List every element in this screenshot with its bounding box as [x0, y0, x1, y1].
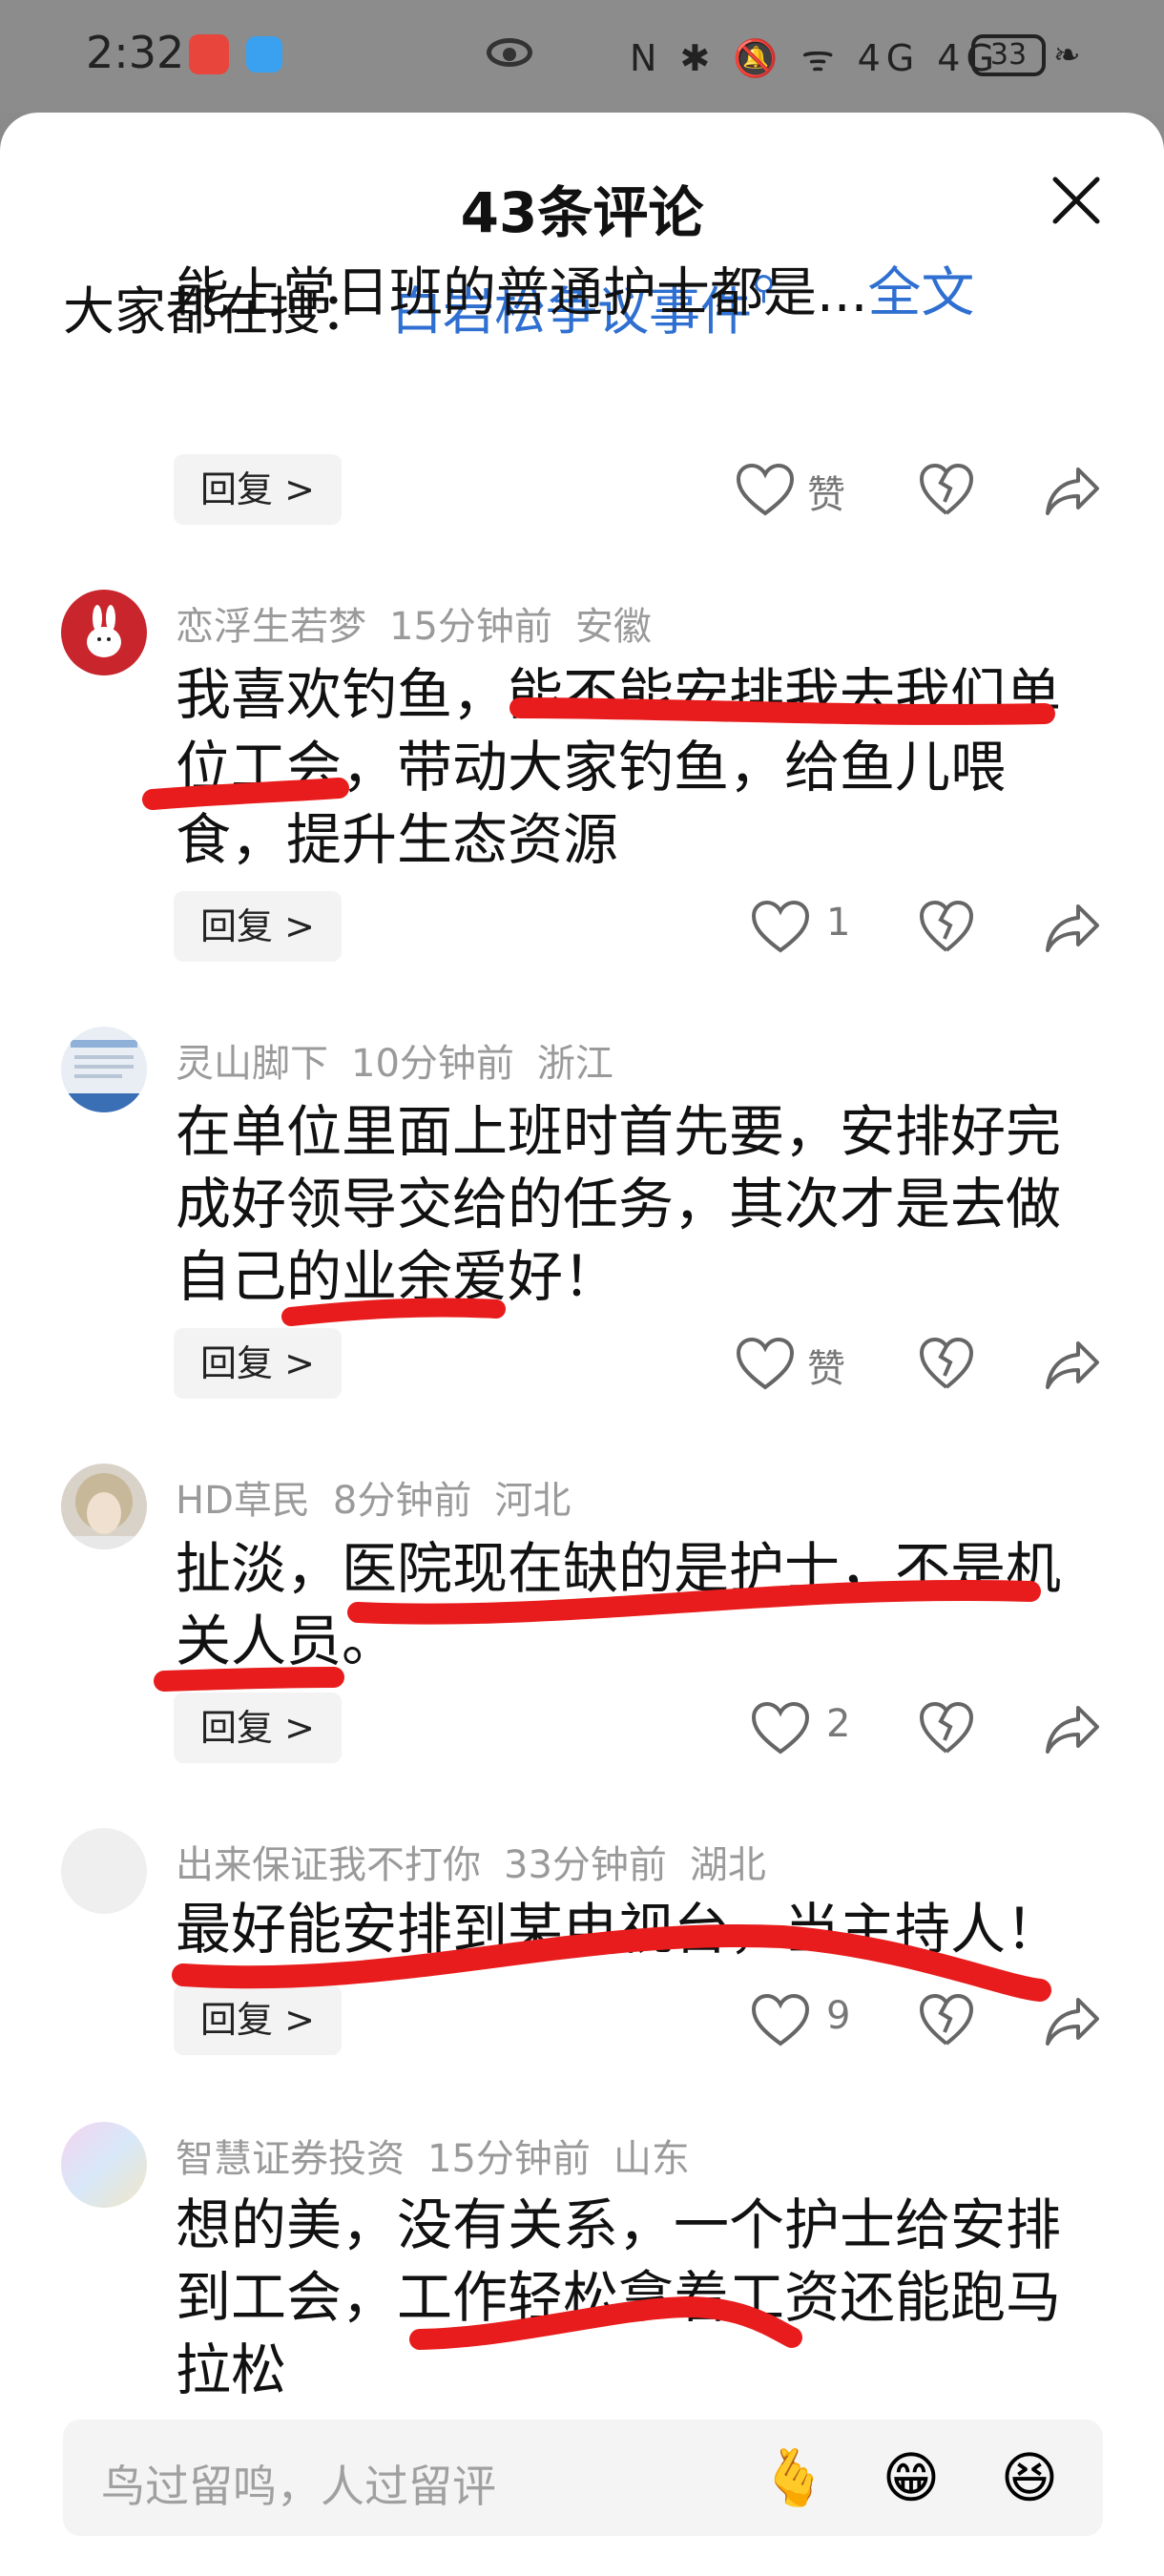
comment-region: 湖北 — [689, 1843, 766, 1887]
comment-text: 在单位里面上班时首先要，安排好完 成好领导交给的任务，其次才是去做 自己的业余爱… — [176, 1095, 1063, 1313]
comment-input[interactable]: 鸟过留鸣，人过留评 🫰 😁 😆 — [63, 2420, 1103, 2536]
share-icon[interactable] — [1044, 1994, 1101, 2047]
comment-time: 33分钟前 — [504, 1843, 667, 1887]
comment-text: 我喜欢钓鱼，能不能安排我去我们单 位工会，带动大家钓鱼，给鱼儿喂 食，提升生态资… — [176, 658, 1063, 876]
reply-button[interactable]: 回复 > — [174, 1693, 342, 1763]
comment-line: 拉松 — [176, 2337, 287, 2402]
comment-line: 在单位里面上班时首先要，安排好完 — [176, 1099, 1062, 1164]
share-icon[interactable] — [1044, 1702, 1101, 1755]
share-icon[interactable] — [1044, 901, 1101, 954]
like-count: 1 — [826, 901, 851, 945]
username[interactable]: 出来保证我不打你 — [176, 1843, 481, 1887]
comment-text: 能上常日班的普通护士都是... — [176, 262, 868, 324]
avatar[interactable] — [61, 1828, 147, 1914]
like-count: 赞 — [807, 1347, 845, 1391]
like-count: 2 — [826, 1702, 851, 1746]
comment-region: 河北 — [494, 1479, 572, 1523]
share-icon[interactable] — [1044, 1338, 1101, 1391]
expand-link[interactable]: 全文 — [867, 262, 974, 324]
comment-region: 山东 — [613, 2137, 690, 2181]
reply-button[interactable]: 回复 > — [174, 454, 342, 525]
comment-line: 成好领导交给的任务，其次才是去做 — [176, 1172, 1062, 1236]
comment-line: 食，提升生态资源 — [176, 807, 619, 872]
avatar[interactable] — [61, 2122, 147, 2208]
comment-line: 关人员。 — [176, 1609, 398, 1673]
dislike-icon[interactable] — [918, 1336, 975, 1391]
dislike-icon[interactable] — [918, 899, 975, 954]
comment-line: 我喜欢钓鱼，能不能安排我去我们单 — [176, 662, 1062, 727]
comment-meta: 出来保证我不打你 33分钟前 湖北 — [176, 1834, 789, 1889]
reply-button[interactable]: 回复 > — [174, 891, 342, 962]
dislike-icon[interactable] — [918, 1992, 975, 2047]
comment-time: 15分钟前 — [427, 2137, 591, 2181]
comment-text: 最好能安排到某电视台，当主持人！ — [176, 1893, 1063, 1965]
comment-time: 15分钟前 — [389, 605, 552, 649]
comment-region: 浙江 — [536, 1042, 613, 1086]
username[interactable]: 灵山脚下 — [176, 1042, 328, 1086]
comment-line: 最好能安排到某电视台，当主持人！ — [176, 1897, 1062, 1962]
finger-heart-emoji-icon[interactable]: 🫰 — [759, 2444, 828, 2511]
comment-line: 到工会，工作轻松拿着工资还能跑马 — [176, 2265, 1062, 2330]
username[interactable]: 恋浮生若梦 — [176, 605, 366, 649]
comment-line: 位工会，带动大家钓鱼，给鱼儿喂 — [176, 735, 1007, 800]
comment-region: 安徽 — [574, 605, 652, 649]
share-icon[interactable] — [1044, 464, 1101, 517]
comment-meta: HD草民 8分钟前 河北 — [176, 1469, 593, 1525]
comment-text: 想的美，没有关系，一个护士给安排 到工会，工作轻松拿着工资还能跑马 拉松 — [176, 2189, 1063, 2406]
laughing-emoji-icon[interactable]: 😆 — [996, 2444, 1063, 2511]
avatar[interactable] — [61, 1464, 147, 1549]
comment-line: 扯淡，医院现在缺的是护士，不是机 — [176, 1536, 1062, 1601]
avatar[interactable] — [61, 1027, 147, 1112]
reply-button[interactable]: 回复 > — [174, 1984, 342, 2055]
comment-time: 8分钟前 — [332, 1479, 472, 1523]
status-time: 2:32 — [86, 27, 185, 78]
reply-button[interactable]: 回复 > — [174, 1328, 342, 1399]
like-count: 9 — [826, 1994, 851, 2038]
leaf-icon: ❧ — [1053, 36, 1081, 74]
username[interactable]: HD草民 — [176, 1479, 310, 1523]
like-icon[interactable] — [735, 1336, 796, 1391]
username[interactable]: 智慧证券投资 — [176, 2137, 405, 2181]
dislike-icon[interactable] — [918, 462, 975, 517]
comment-meta: 恋浮生若梦 15分钟前 安徽 — [176, 595, 675, 651]
eye-icon — [487, 38, 532, 67]
comment-input-placeholder: 鸟过留鸣，人过留评 — [101, 2461, 496, 2512]
like-icon[interactable] — [735, 462, 796, 517]
truncated-comment-text: 能上常日班的普通护士都是...全文 — [176, 250, 974, 327]
sheet-title: 43条评论 — [460, 180, 704, 245]
grinning-emoji-icon[interactable]: 😁 — [878, 2444, 945, 2511]
comment-meta: 智慧证券投资 15分钟前 山东 — [176, 2128, 713, 2183]
comment-text: 扯淡，医院现在缺的是护士，不是机 关人员。 — [176, 1532, 1063, 1677]
close-icon[interactable] — [1050, 174, 1103, 227]
comment-time: 10分钟前 — [351, 1042, 514, 1086]
battery-icon: 33 — [971, 34, 1046, 76]
comment-meta: 灵山脚下 10分钟前 浙江 — [176, 1032, 636, 1088]
like-count: 赞 — [807, 473, 845, 517]
network-icons: N ✱ 🔕 ᯤ 4G 4G — [630, 37, 1000, 79]
like-icon[interactable] — [750, 899, 811, 954]
comment-line: 自己的业余爱好！ — [176, 1244, 619, 1309]
app-notification-icon — [189, 34, 229, 74]
dislike-icon[interactable] — [918, 1700, 975, 1755]
chat-notification-icon — [246, 36, 282, 73]
status-bar: 2:32 N ✱ 🔕 ᯤ 4G 4G 33 ❧ — [0, 0, 1164, 113]
like-icon[interactable] — [750, 1992, 811, 2047]
like-icon[interactable] — [750, 1700, 811, 1755]
avatar[interactable] — [61, 590, 147, 675]
comment-line: 想的美，没有关系，一个护士给安排 — [176, 2192, 1062, 2257]
